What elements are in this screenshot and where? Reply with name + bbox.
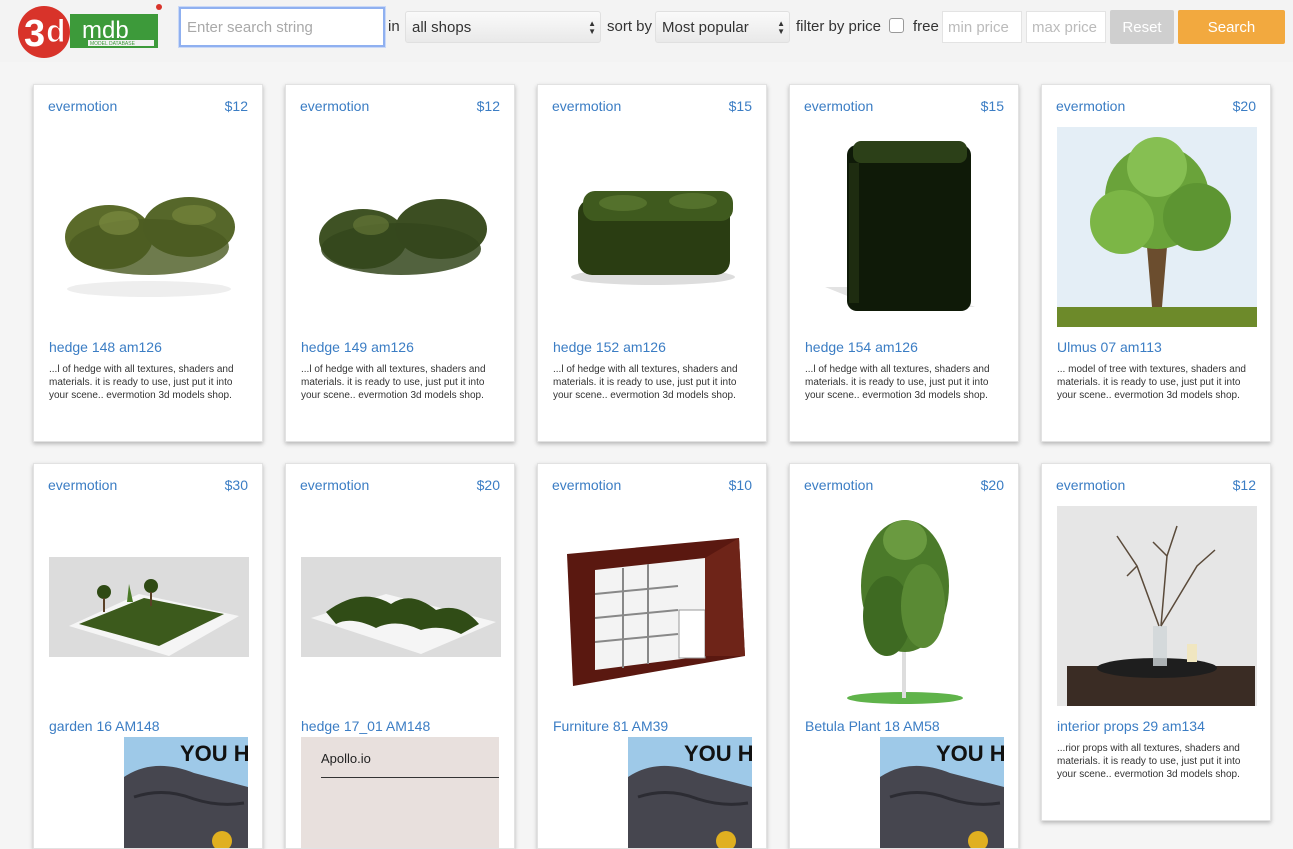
product-thumbnail[interactable] — [301, 127, 501, 327]
sort-label: sort by — [607, 18, 653, 35]
ad-brand: Apollo.io — [321, 751, 371, 766]
product-description: ...l of hedge with all textures, shaders… — [49, 364, 234, 401]
product-card[interactable]: evermotion $15 hedge 152 am126 ...l of h… — [537, 84, 767, 442]
shop-name[interactable]: evermotion — [552, 477, 621, 493]
filter-price-label: filter by price — [796, 18, 882, 35]
advertisement-banner[interactable]: YOU HA — [628, 737, 752, 848]
product-price: $20 — [476, 477, 500, 493]
product-description: ...l of hedge with all textures, shaders… — [301, 364, 486, 401]
svg-text:3: 3 — [24, 13, 45, 55]
product-card[interactable]: evermotion $20 hedge 17_01 AM148 Apollo.… — [285, 463, 515, 849]
svg-text:MODEL DATABASE: MODEL DATABASE — [90, 41, 136, 47]
advertisement-banner[interactable]: YOU HA — [124, 737, 248, 848]
shop-name[interactable]: evermotion — [804, 477, 873, 493]
max-price-input[interactable] — [1026, 11, 1106, 43]
product-price: $12 — [1232, 477, 1256, 493]
advertisement-banner[interactable]: Apollo.io — [301, 737, 499, 848]
product-description: ...rior props with all textures, shaders… — [1057, 743, 1241, 780]
product-price: $20 — [980, 477, 1004, 493]
shop-name[interactable]: evermotion — [1056, 477, 1125, 493]
product-title[interactable]: Furniture 81 AM39 — [553, 718, 668, 734]
product-card[interactable]: evermotion $20 Ulmus 07 am113 ... model … — [1041, 84, 1271, 442]
select-arrows-icon: ▲ ▼ — [588, 19, 596, 36]
product-price: $20 — [1232, 98, 1256, 114]
product-title[interactable]: hedge 148 am126 — [49, 339, 162, 355]
svg-text:mdb: mdb — [82, 17, 129, 44]
product-card[interactable]: evermotion $12 hedge 149 am126 ...l of h… — [285, 84, 515, 442]
product-title[interactable]: hedge 17_01 AM148 — [301, 718, 430, 734]
product-title[interactable]: hedge 154 am126 — [805, 339, 918, 355]
product-thumbnail[interactable] — [1057, 127, 1257, 327]
shop-select-value: all shops — [412, 19, 472, 36]
product-card[interactable]: evermotion $20 Betula Plant 18 AM58 YOU … — [789, 463, 1019, 849]
product-title[interactable]: hedge 149 am126 — [301, 339, 414, 355]
product-price: $12 — [476, 98, 500, 114]
product-card[interactable]: evermotion $12 hedge 148 am126 ...l of h… — [33, 84, 263, 442]
search-button[interactable]: Search — [1178, 10, 1285, 44]
shop-select[interactable]: all shops ▲ ▼ — [405, 11, 601, 43]
shop-name[interactable]: evermotion — [804, 98, 873, 114]
min-price-input[interactable] — [942, 11, 1022, 43]
shop-name[interactable]: evermotion — [300, 98, 369, 114]
product-thumbnail[interactable] — [49, 506, 249, 706]
site-logo[interactable]: 3 d mdb MODEL DATABASE — [16, 2, 164, 60]
advertisement-banner[interactable]: YOU HA — [880, 737, 1004, 848]
shop-name[interactable]: evermotion — [1056, 98, 1125, 114]
top-toolbar: 3 d mdb MODEL DATABASE in all shops ▲▼ s… — [0, 0, 1293, 62]
product-card[interactable]: evermotion $15 hedge 154 am126 ...l of h… — [789, 84, 1019, 442]
sort-select[interactable]: Most popular ▲ ▼ — [655, 11, 790, 43]
product-thumbnail[interactable] — [49, 127, 249, 327]
product-thumbnail[interactable] — [1057, 506, 1257, 706]
search-input[interactable] — [178, 6, 386, 48]
product-price: $12 — [224, 98, 248, 114]
free-label: free — [913, 18, 939, 35]
shop-name[interactable]: evermotion — [48, 98, 117, 114]
product-price: $30 — [224, 477, 248, 493]
product-card[interactable]: evermotion $30 garden 16 AM148 YOU HA — [33, 463, 263, 849]
product-description: ... model of tree with textures, shaders… — [1057, 364, 1246, 401]
product-price: $10 — [728, 477, 752, 493]
sort-select-value: Most popular — [662, 19, 749, 36]
ad-divider — [321, 777, 499, 778]
reset-button[interactable]: Reset — [1110, 10, 1174, 44]
product-thumbnail[interactable] — [301, 506, 501, 706]
product-description: ...l of hedge with all textures, shaders… — [553, 364, 738, 401]
shop-name[interactable]: evermotion — [48, 477, 117, 493]
svg-text:d: d — [46, 13, 66, 49]
product-title[interactable]: hedge 152 am126 — [553, 339, 666, 355]
product-price: $15 — [728, 98, 752, 114]
product-thumbnail[interactable] — [805, 506, 1005, 706]
product-price: $15 — [980, 98, 1004, 114]
product-card[interactable]: evermotion $10 Furniture 81 AM39 YOU HA — [537, 463, 767, 849]
in-label: in — [388, 18, 400, 35]
product-title[interactable]: Ulmus 07 am113 — [1057, 339, 1162, 355]
product-description: ...l of hedge with all textures, shaders… — [805, 364, 990, 401]
product-thumbnail[interactable] — [805, 127, 1005, 327]
product-thumbnail[interactable] — [553, 506, 753, 706]
free-checkbox[interactable] — [889, 18, 904, 33]
shop-name[interactable]: evermotion — [300, 477, 369, 493]
shop-name[interactable]: evermotion — [552, 98, 621, 114]
product-thumbnail[interactable] — [553, 127, 753, 327]
product-title[interactable]: garden 16 AM148 — [49, 718, 160, 734]
product-title[interactable]: Betula Plant 18 AM58 — [805, 718, 940, 734]
product-title[interactable]: interior props 29 am134 — [1057, 718, 1205, 734]
product-card[interactable]: evermotion $12 interior props 29 am134 .… — [1041, 463, 1271, 821]
select-arrows-icon: ▲ ▼ — [777, 19, 785, 36]
